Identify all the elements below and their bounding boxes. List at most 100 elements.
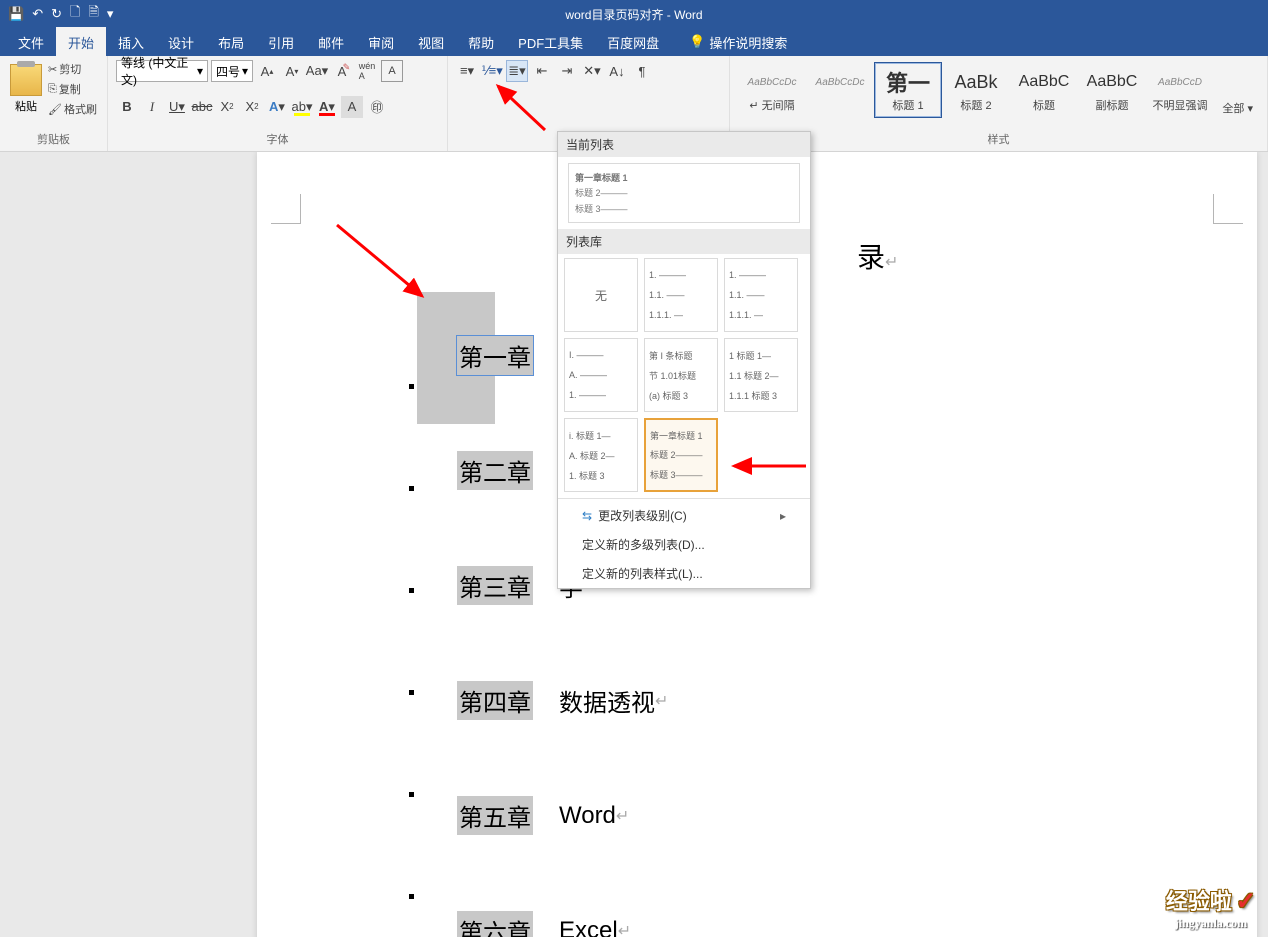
phonetic-guide-button[interactable]: wénA	[356, 60, 378, 82]
text-effects-button[interactable]: A▾	[266, 96, 288, 118]
watermark-url: jingyanla.com	[1166, 916, 1256, 931]
tab-baidu-netdisk[interactable]: 百度网盘	[595, 27, 671, 58]
copy-icon: ⎘	[48, 83, 57, 96]
toc-entry[interactable]: 第五章Word↵	[297, 796, 1217, 835]
toc-title-fragment: 录↵	[857, 236, 1217, 276]
styles-group-label: 样式	[738, 131, 1259, 149]
style-title[interactable]: AaBbC标题	[1010, 62, 1078, 118]
format-painter-button[interactable]: 🖌格式刷	[46, 100, 99, 118]
multilevel-list-button[interactable]: ≣▾	[506, 60, 528, 82]
list-tile[interactable]: 1. ———1.1. ——1.1.1. —	[724, 258, 798, 332]
tab-view[interactable]: 视图	[406, 27, 456, 58]
underline-button[interactable]: U▾	[166, 96, 188, 118]
style-heading-2[interactable]: AaBk标题 2	[942, 62, 1010, 118]
change-list-level-item[interactable]: ⇆更改列表级别(C)▸	[558, 501, 810, 530]
font-size-combo[interactable]: 四号▾	[211, 60, 253, 82]
define-new-list-style-item[interactable]: 定义新的列表样式(L)...	[558, 559, 810, 588]
define-new-multilevel-item[interactable]: 定义新的多级列表(D)...	[558, 530, 810, 559]
list-tile-chapter-heading[interactable]: 第一章标题 1标题 2———标题 3———	[644, 418, 718, 492]
tab-home[interactable]: 开始	[56, 27, 106, 58]
grow-font-button[interactable]: A▴	[256, 60, 278, 82]
paragraph-mark-icon: ↵	[885, 254, 898, 271]
increase-indent-button[interactable]: ⇥	[556, 60, 578, 82]
chapter-text: 数据透视	[559, 683, 655, 718]
numbering-button[interactable]: ⅟≡▾	[481, 60, 503, 82]
chapter-text: Excel	[559, 917, 618, 937]
shrink-font-button[interactable]: A▾	[281, 60, 303, 82]
style-subtitle[interactable]: AaBbC副标题	[1078, 62, 1146, 118]
styles-all-dropdown[interactable]: 全部 ▾	[1216, 98, 1259, 118]
clipboard-group-label: 剪贴板	[8, 131, 99, 149]
brush-icon: 🖌	[48, 103, 62, 116]
tab-file[interactable]: 文件	[6, 27, 56, 58]
tab-references[interactable]: 引用	[256, 27, 306, 58]
redo-icon[interactable]: ↻	[51, 6, 62, 22]
clipboard-icon	[10, 64, 42, 96]
clear-format-button[interactable]: A✎	[331, 60, 353, 82]
lightbulb-icon: 💡	[689, 34, 705, 50]
subscript-button[interactable]: X2	[216, 96, 238, 118]
toc-entry[interactable]: 第四章数据透视↵	[297, 681, 1217, 720]
font-group-label: 字体	[116, 131, 439, 149]
margin-corner-tr	[1213, 194, 1243, 224]
char-shading-button[interactable]: A	[341, 96, 363, 118]
list-tile[interactable]: 1. ———1.1. ——1.1.1. —	[644, 258, 718, 332]
superscript-button[interactable]: X2	[241, 96, 263, 118]
sort-button[interactable]: A↓	[606, 60, 628, 82]
bold-button[interactable]: B	[116, 96, 138, 118]
watermark: 经验啦✓ jingyanla.com	[1166, 884, 1256, 931]
tab-design[interactable]: 设计	[156, 27, 206, 58]
styles-gallery: AaBbCcDc↵ 无间隔 AaBbCcDc 第一标题 1 AaBk标题 2 A…	[738, 62, 1216, 118]
title-bar: 💾 ↶ ↻ 🗋 🗎 ▾ word目录页码对齐 - Word	[0, 0, 1268, 28]
cut-button[interactable]: ✂剪切	[46, 60, 99, 78]
font-name-combo[interactable]: 等线 (中文正文)▾	[116, 60, 208, 82]
list-tile[interactable]: 第 I 条标题节 1.01标题(a) 标题 3	[644, 338, 718, 412]
asian-layout-button[interactable]: ✕▾	[581, 60, 603, 82]
char-border-button[interactable]: A	[381, 60, 403, 82]
toc-entry[interactable]: 第六章Excel↵	[297, 911, 1217, 937]
scissors-icon: ✂	[48, 63, 57, 76]
save-icon[interactable]: 💾	[8, 6, 24, 22]
bullets-button[interactable]: ≡▾	[456, 60, 478, 82]
show-marks-button[interactable]: ¶	[631, 60, 653, 82]
list-tile[interactable]: 1 标题 1—1.1 标题 2—1.1.1 标题 3	[724, 338, 798, 412]
margin-corner-tl	[271, 194, 301, 224]
font-color-button[interactable]: A▾	[316, 96, 338, 118]
change-case-button[interactable]: Aa▾	[306, 60, 328, 82]
italic-button[interactable]: I	[141, 96, 163, 118]
tab-mailings[interactable]: 邮件	[306, 27, 356, 58]
ribbon-tabs: 文件 开始 插入 设计 布局 引用 邮件 审阅 视图 帮助 PDF工具集 百度网…	[0, 28, 1268, 56]
multilevel-list-dropdown: 当前列表 第一章标题 1 标题 2——— 标题 3——— 列表库 无 1. ——…	[557, 131, 811, 589]
list-tile[interactable]: i. 标题 1—A. 标题 2—1. 标题 3	[564, 418, 638, 492]
checkmark-icon: ✓	[1236, 889, 1256, 915]
paste-button[interactable]: 粘贴	[8, 62, 44, 116]
qat-more-icon[interactable]: ▾	[107, 6, 114, 22]
style-subtle-emphasis[interactable]: AaBbCcD不明显强调	[1146, 62, 1214, 118]
tab-insert[interactable]: 插入	[106, 27, 156, 58]
style-no-spacing[interactable]: AaBbCcDc↵ 无间隔	[738, 62, 806, 118]
list-bullet	[409, 384, 414, 389]
chapter-label: 第六章	[457, 911, 533, 937]
current-list-preview[interactable]: 第一章标题 1 标题 2——— 标题 3———	[568, 163, 800, 223]
tab-review[interactable]: 审阅	[356, 27, 406, 58]
style-heading-1[interactable]: 第一标题 1	[874, 62, 942, 118]
tab-layout[interactable]: 布局	[206, 27, 256, 58]
highlight-button[interactable]: ab▾	[291, 96, 313, 118]
new-doc-icon[interactable]: 🗋	[70, 3, 80, 25]
tab-help[interactable]: 帮助	[456, 27, 506, 58]
enclose-char-button[interactable]: ㊞	[366, 96, 388, 118]
tab-pdf-tools[interactable]: PDF工具集	[506, 27, 595, 58]
style-normal[interactable]: AaBbCcDc	[806, 62, 874, 118]
dropdown-header-current: 当前列表	[558, 132, 810, 157]
open-doc-icon[interactable]: 🗎	[88, 3, 98, 25]
indent-icon: ⇆	[582, 509, 592, 523]
list-tile-none[interactable]: 无	[564, 258, 638, 332]
decrease-indent-button[interactable]: ⇤	[531, 60, 553, 82]
chapter-text: Word	[559, 802, 616, 830]
tell-me-search[interactable]: 💡操作说明搜索	[677, 27, 799, 58]
copy-button[interactable]: ⎘复制	[46, 80, 99, 98]
list-tile[interactable]: I. ———A. ———1. ———	[564, 338, 638, 412]
strikethrough-button[interactable]: abc	[191, 96, 213, 118]
chevron-right-icon: ▸	[780, 509, 786, 523]
undo-icon[interactable]: ↶	[32, 6, 43, 22]
